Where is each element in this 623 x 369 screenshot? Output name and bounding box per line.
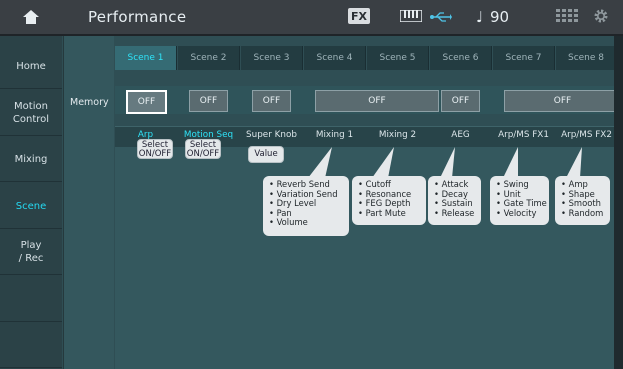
callout-item: Random bbox=[561, 208, 605, 219]
callout-item: Volume bbox=[269, 218, 344, 228]
arp-ms-fx2-callout: Amp Shape Smooth Random bbox=[555, 176, 610, 225]
callout-item: Part Mute bbox=[358, 208, 421, 219]
aeg-callout: Attack Decay Sustain Release bbox=[428, 176, 481, 225]
right-edge-strip bbox=[614, 36, 623, 369]
mixing2-callout: Cutoff Resonance FEG Depth Part Mute bbox=[352, 176, 426, 225]
mixing1-callout: Reverb Send Variation Send Dry Level Pan… bbox=[263, 176, 349, 236]
arp-ms-fx1-callout: Swing Unit Gate Time Velocity bbox=[490, 176, 549, 225]
callout-item: Velocity bbox=[496, 208, 544, 219]
callout-item: Release bbox=[434, 208, 476, 219]
performance-scene-screen: Performance FX ♩ 90 Home Motion Control … bbox=[0, 0, 623, 369]
